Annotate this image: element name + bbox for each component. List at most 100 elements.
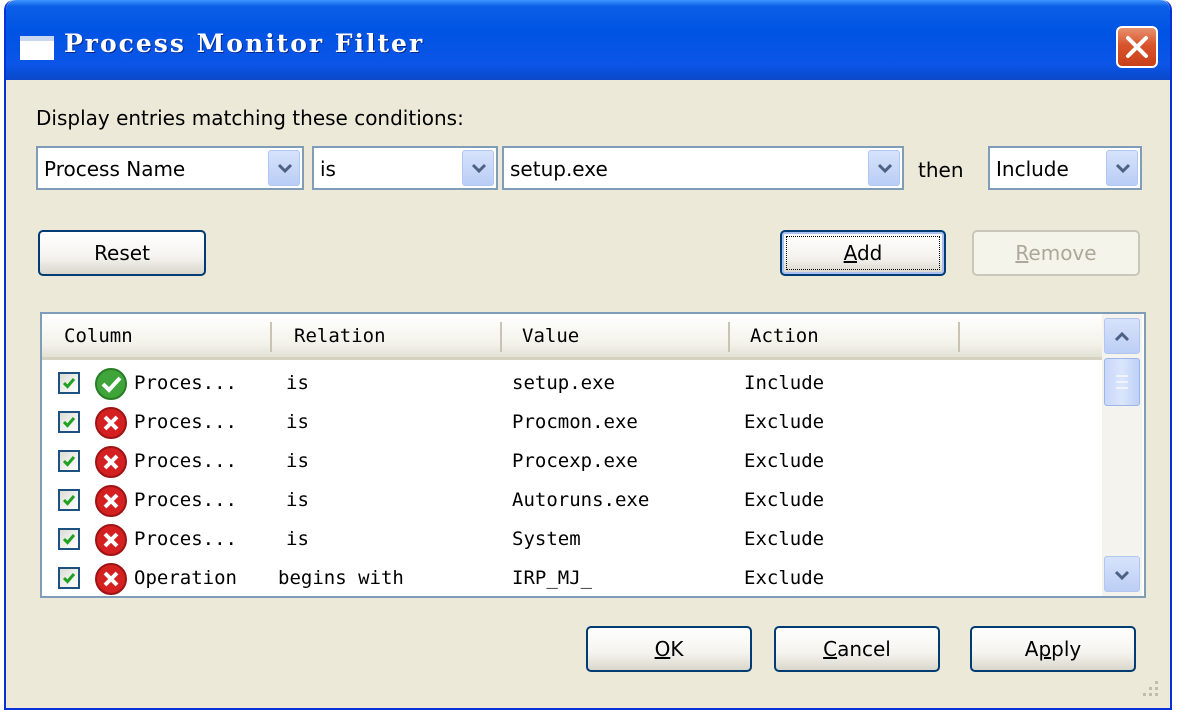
table-row[interactable]: Proces... is Procmon.exe Exclude — [42, 403, 1102, 442]
chevron-down-icon — [471, 163, 487, 174]
apply-label-mnemonic: p — [1038, 637, 1052, 661]
header-divider[interactable] — [958, 322, 960, 352]
cell-action: Exclude — [744, 489, 825, 511]
row-checkbox[interactable] — [58, 372, 80, 394]
ok-label-suffix: K — [670, 637, 684, 661]
chevron-up-icon — [1114, 331, 1130, 342]
checkmark-icon — [62, 573, 76, 584]
action-dropdown-arrow[interactable] — [1106, 150, 1138, 186]
table-row[interactable]: Proces... is setup.exe Include — [42, 364, 1102, 403]
checkmark-icon — [62, 456, 76, 467]
column-dropdown[interactable]: Process Name — [36, 146, 304, 190]
column-header-column[interactable]: Column — [64, 325, 133, 347]
table-row[interactable]: Proces... is Procexp.exe Exclude — [42, 442, 1102, 481]
row-checkbox[interactable] — [58, 450, 80, 472]
ok-label-mnemonic: O — [654, 637, 671, 661]
red-x-icon — [95, 524, 127, 556]
add-button[interactable]: Add — [780, 230, 946, 276]
red-x-icon — [95, 485, 127, 517]
checkmark-icon — [62, 378, 76, 389]
cell-action: Exclude — [744, 411, 825, 433]
reset-button[interactable]: Reset — [38, 230, 206, 276]
value-combobox-text[interactable]: setup.exe — [510, 157, 608, 181]
action-dropdown-value: Include — [996, 157, 1069, 181]
cell-column: Proces... — [134, 372, 237, 394]
green-check-icon — [95, 368, 127, 400]
value-combobox[interactable]: setup.exe — [502, 146, 904, 190]
resize-grip-icon[interactable] — [1140, 678, 1160, 698]
remove-label-suffix: emove — [1028, 241, 1097, 265]
row-checkbox[interactable] — [58, 567, 80, 589]
table-row[interactable]: Proces... is Autoruns.exe Exclude — [42, 481, 1102, 520]
scroll-down-button[interactable] — [1104, 556, 1140, 592]
header-divider[interactable] — [728, 322, 730, 352]
column-header-value[interactable]: Value — [522, 325, 579, 347]
table-row[interactable]: Proces... is System Exclude — [42, 520, 1102, 559]
scroll-up-button[interactable] — [1104, 318, 1140, 354]
value-combobox-arrow[interactable] — [868, 150, 900, 186]
table-row[interactable]: Operation begins with IRP_MJ_ Exclude — [42, 559, 1102, 598]
thumb-grip — [1116, 381, 1128, 383]
red-x-icon — [95, 446, 127, 478]
thumb-grip — [1116, 387, 1128, 389]
cell-relation: is — [286, 528, 309, 550]
focus-rectangle — [786, 236, 940, 270]
relation-dropdown[interactable]: is — [312, 146, 498, 190]
cell-value: System — [512, 528, 581, 550]
cell-column: Proces... — [134, 411, 237, 433]
apply-button[interactable]: Apply — [970, 626, 1136, 672]
cell-value: Procexp.exe — [512, 450, 638, 472]
relation-dropdown-arrow[interactable] — [462, 150, 494, 186]
cell-value: Procmon.exe — [512, 411, 638, 433]
title-bar[interactable]: Process Monitor Filter — [6, 0, 1170, 80]
cell-relation: is — [286, 450, 309, 472]
header-divider[interactable] — [500, 322, 502, 352]
window-title: Process Monitor Filter — [64, 29, 425, 58]
checkmark-icon — [62, 534, 76, 545]
cell-action: Exclude — [744, 528, 825, 550]
cell-column: Proces... — [134, 450, 237, 472]
scroll-thumb[interactable] — [1104, 358, 1140, 406]
cell-column: Proces... — [134, 489, 237, 511]
vertical-scrollbar[interactable] — [1102, 314, 1142, 596]
cell-value: IRP_MJ_ — [512, 567, 593, 589]
relation-dropdown-value: is — [320, 157, 336, 181]
cancel-label-mnemonic: C — [823, 637, 838, 661]
ok-button[interactable]: OK — [586, 626, 752, 672]
filter-dialog: Process Monitor Filter Display entries m… — [4, 0, 1172, 710]
cell-column: Proces... — [134, 528, 237, 550]
column-header-action[interactable]: Action — [750, 325, 819, 347]
filter-list[interactable]: Column Relation Value Action Proces... i… — [40, 312, 1146, 598]
cell-action: Exclude — [744, 567, 825, 589]
remove-label-mnemonic: R — [1015, 241, 1029, 265]
list-header: Column Relation Value Action — [42, 314, 1102, 360]
conditions-label: Display entries matching these condition… — [36, 106, 464, 130]
cell-relation: is — [286, 372, 309, 394]
checkmark-icon — [62, 417, 76, 428]
chevron-down-icon — [1115, 163, 1131, 174]
apply-label-prefix: A — [1024, 637, 1039, 661]
then-label: then — [918, 158, 964, 182]
cell-relation: is — [286, 489, 309, 511]
cell-action: Include — [744, 372, 825, 394]
column-header-relation[interactable]: Relation — [294, 325, 386, 347]
cancel-button[interactable]: Cancel — [774, 626, 940, 672]
row-checkbox[interactable] — [58, 528, 80, 550]
column-dropdown-arrow[interactable] — [268, 150, 300, 186]
chevron-down-icon — [277, 163, 293, 174]
cell-action: Exclude — [744, 450, 825, 472]
cell-value: Autoruns.exe — [512, 489, 650, 511]
remove-button[interactable]: Remove — [972, 230, 1140, 276]
row-checkbox[interactable] — [58, 411, 80, 433]
chevron-down-icon — [877, 163, 893, 174]
close-x-icon — [1126, 36, 1148, 58]
window-icon — [20, 36, 54, 60]
cell-relation: begins with — [278, 567, 404, 589]
close-button[interactable] — [1116, 26, 1158, 68]
action-dropdown[interactable]: Include — [988, 146, 1142, 190]
row-checkbox[interactable] — [58, 489, 80, 511]
header-divider[interactable] — [270, 322, 272, 352]
chevron-down-icon — [1114, 570, 1130, 581]
cancel-label-suffix: ancel — [837, 637, 891, 661]
red-x-icon — [95, 563, 127, 595]
